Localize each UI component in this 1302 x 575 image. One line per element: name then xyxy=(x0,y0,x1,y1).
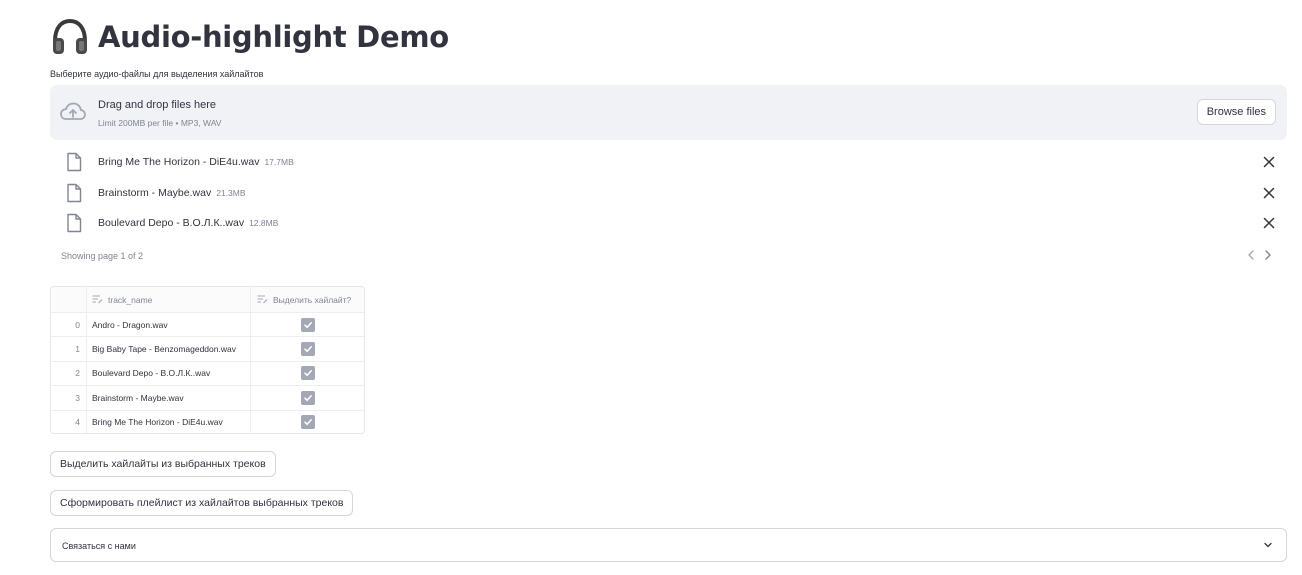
track-name-cell[interactable]: Big Baby Tape - Benzomageddon.wav xyxy=(87,337,251,361)
close-icon[interactable] xyxy=(1261,215,1277,231)
create-playlist-button[interactable]: Сформировать плейлист из хайлайтов выбра… xyxy=(50,490,354,516)
track-name-cell[interactable]: Brainstorm - Maybe.wav xyxy=(87,386,251,410)
table-row: 3 Brainstorm - Maybe.wav xyxy=(51,385,364,410)
page-title-text: Audio-highlight Demo xyxy=(98,20,449,54)
table-row: 4 Bring Me The Horizon - DiE4u.wav xyxy=(51,409,364,433)
chevron-right-icon[interactable] xyxy=(1262,248,1274,262)
browse-files-button[interactable]: Browse files xyxy=(1196,99,1276,125)
index-header xyxy=(51,287,87,312)
checkmark-icon xyxy=(303,321,312,328)
row-index: 0 xyxy=(51,313,87,337)
page-title: Audio-highlight Demo xyxy=(50,16,449,58)
row-index: 3 xyxy=(51,386,87,410)
dropzone-limit: Limit 200MB per file • MP3, WAV xyxy=(98,118,222,128)
close-icon[interactable] xyxy=(1261,154,1277,170)
track-table[interactable]: track_name Выделить хайлайт? 0 Andro - D… xyxy=(50,286,365,434)
track-name-cell[interactable]: Bring Me The Horizon - DiE4u.wav xyxy=(87,410,251,433)
close-icon[interactable] xyxy=(1261,185,1277,201)
chevron-down-icon xyxy=(1264,542,1272,548)
highlight-checkbox[interactable] xyxy=(300,415,315,430)
table-row: 0 Andro - Dragon.wav xyxy=(51,312,364,337)
uploader-label: Выберите аудио-файлы для выделения хайла… xyxy=(50,69,264,79)
highlight-checkbox[interactable] xyxy=(300,390,315,405)
uploaded-file-size: 21.3MB xyxy=(216,188,246,198)
contact-expander-label: Связаться с нами xyxy=(62,541,136,551)
uploaded-file-size: 12.8MB xyxy=(249,218,279,228)
highlight-cell xyxy=(251,411,364,433)
chevron-left-icon[interactable] xyxy=(1245,248,1257,262)
text-column-icon xyxy=(257,295,268,304)
headphones-icon xyxy=(53,18,87,54)
pagination-text: Showing page 1 of 2 xyxy=(61,251,144,261)
column-header-track-name[interactable]: track_name xyxy=(87,287,251,312)
contact-expander[interactable]: Связаться с нами xyxy=(50,528,1287,562)
uploaded-file-row: Boulevard Depo - В.О.Л.К..wav 12.8MB xyxy=(50,209,1287,237)
table-row: 2 Boulevard Depo - В.О.Л.К..wav xyxy=(51,360,364,386)
highlight-cell xyxy=(251,337,364,360)
highlight-cell xyxy=(251,313,364,336)
row-index: 2 xyxy=(51,361,87,386)
uploaded-file-name: Brainstorm - Maybe.wav 21.3MB xyxy=(98,187,246,199)
highlight-cell xyxy=(251,386,364,409)
dropzone-title: Drag and drop files here xyxy=(98,99,217,111)
text-column-icon xyxy=(92,295,103,304)
table-row: 1 Big Baby Tape - Benzomageddon.wav xyxy=(51,336,364,361)
checkmark-icon xyxy=(303,370,312,377)
file-icon xyxy=(67,152,82,172)
file-dropzone[interactable]: Drag and drop files here Limit 200MB per… xyxy=(50,85,1287,140)
uploaded-file-name: Bring Me The Horizon - DiE4u.wav 17.7MB xyxy=(98,156,294,168)
row-index: 1 xyxy=(51,337,87,361)
uploaded-file-row: Bring Me The Horizon - DiE4u.wav 17.7MB xyxy=(50,148,1287,176)
column-header-highlight[interactable]: Выделить хайлайт? xyxy=(251,287,364,312)
file-icon xyxy=(67,213,82,233)
cloud-upload-icon xyxy=(60,102,86,120)
uploaded-file-row: Brainstorm - Maybe.wav 21.3MB xyxy=(50,179,1287,207)
file-icon xyxy=(67,183,82,203)
highlight-tracks-button[interactable]: Выделить хайлайты из выбранных треков xyxy=(50,451,276,477)
row-index: 4 xyxy=(51,410,87,433)
uploaded-file-name: Boulevard Depo - В.О.Л.К..wav 12.8MB xyxy=(98,217,279,229)
track-name-cell[interactable]: Boulevard Depo - В.О.Л.К..wav xyxy=(87,361,251,386)
checkmark-icon xyxy=(303,419,312,426)
highlight-checkbox[interactable] xyxy=(300,366,315,381)
track-name-cell[interactable]: Andro - Dragon.wav xyxy=(87,313,251,337)
uploaded-file-size: 17.7MB xyxy=(264,157,294,167)
highlight-checkbox[interactable] xyxy=(300,317,315,332)
checkmark-icon xyxy=(303,394,312,401)
highlight-cell xyxy=(251,362,364,385)
checkmark-icon xyxy=(303,346,312,353)
table-header: track_name Выделить хайлайт? xyxy=(51,287,364,312)
highlight-checkbox[interactable] xyxy=(300,342,315,357)
